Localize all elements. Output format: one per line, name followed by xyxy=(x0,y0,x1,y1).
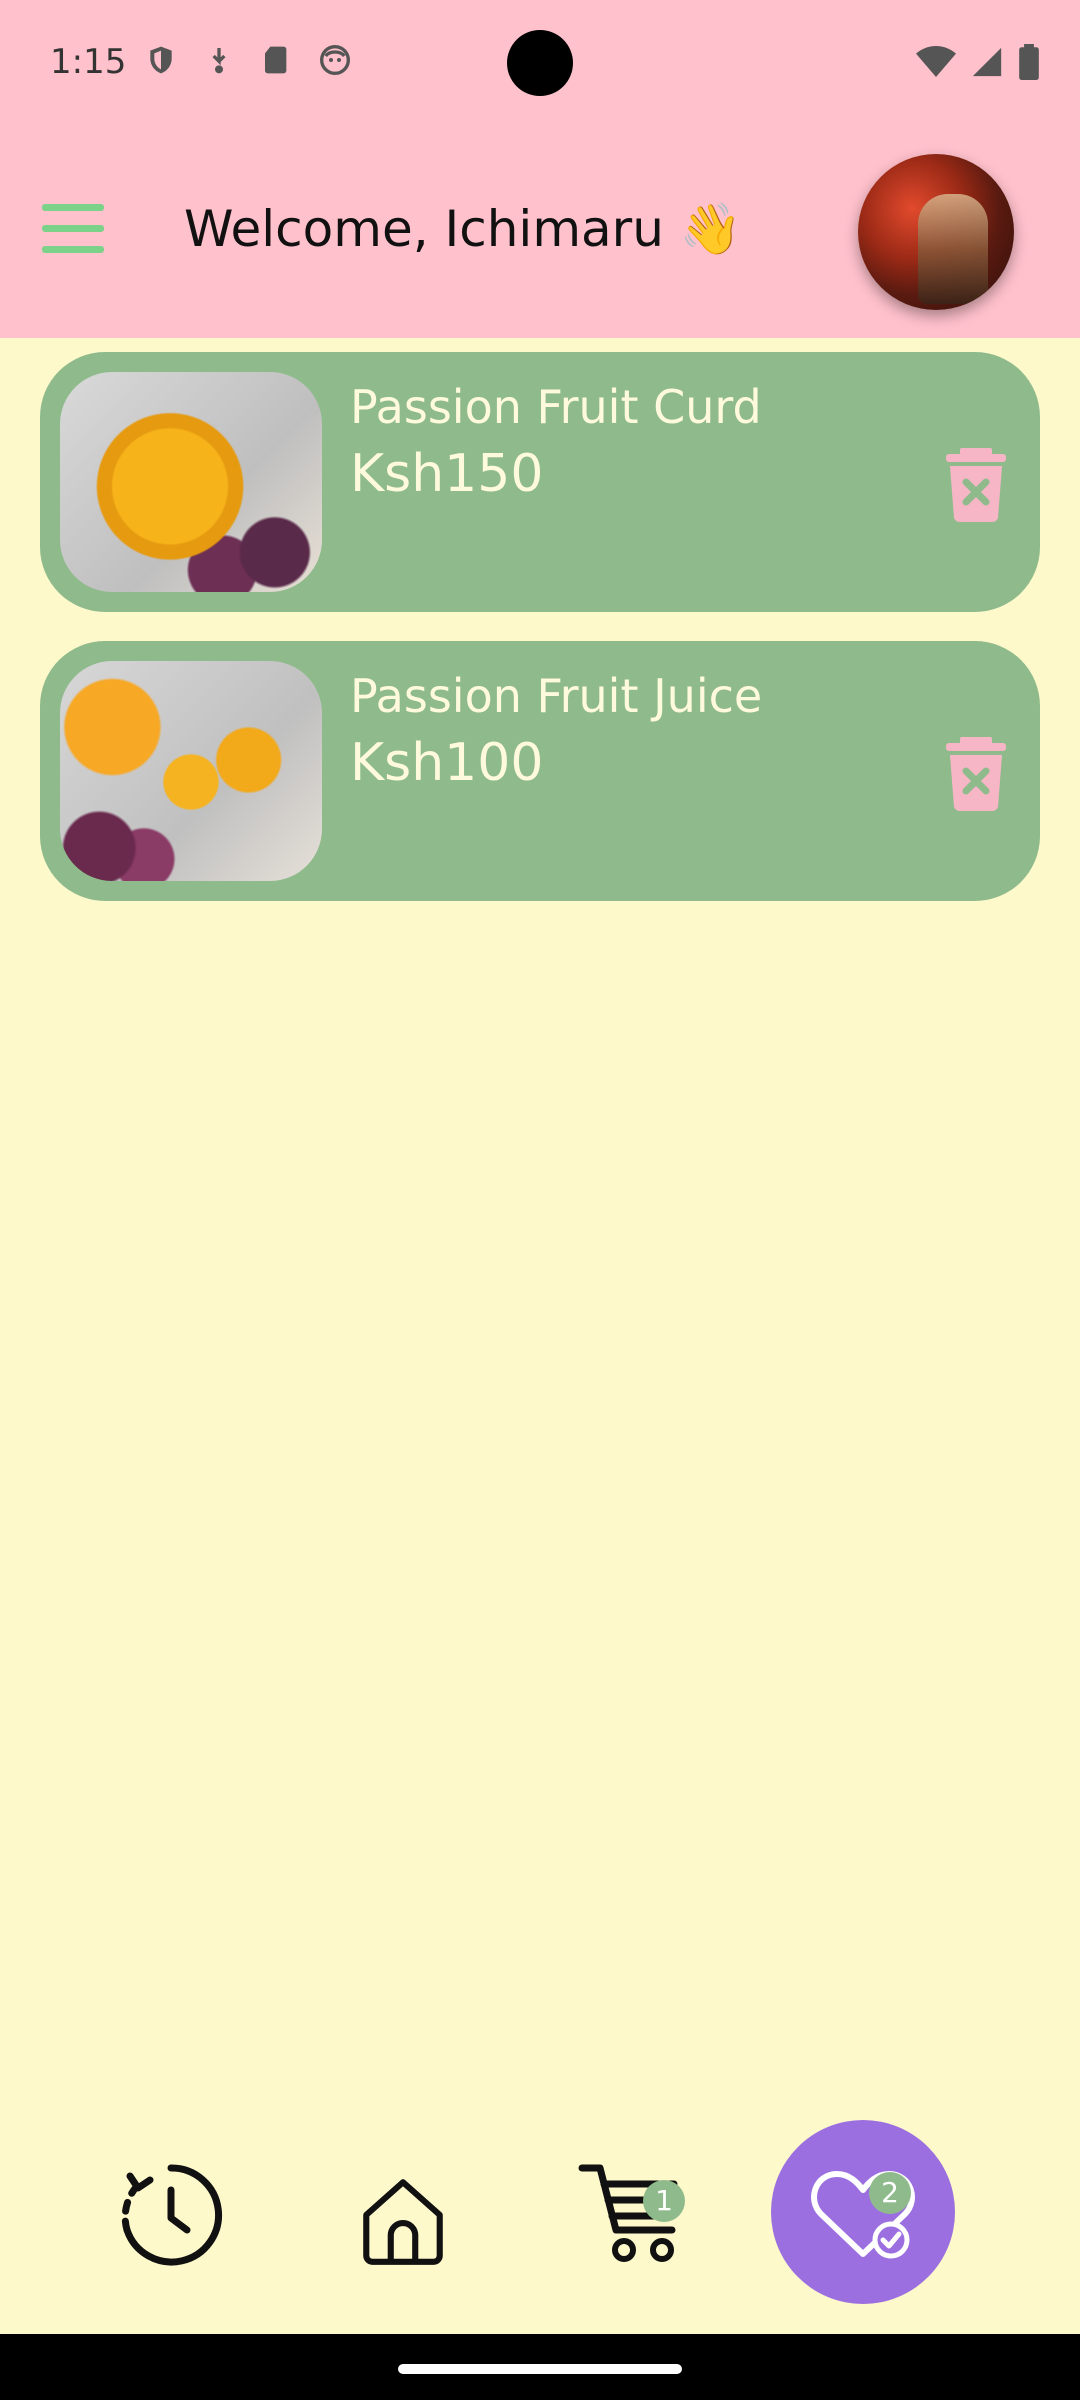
product-name: Passion Fruit Curd xyxy=(350,380,762,434)
status-time: 1:15 xyxy=(50,42,127,82)
bottom-navigation: 1 2 xyxy=(0,2110,1080,2310)
favorites-button[interactable]: 2 xyxy=(771,2120,955,2304)
cart-item-card[interactable]: Passion Fruit Curd Ksh150 xyxy=(40,352,1040,612)
product-price: Ksh150 xyxy=(350,444,544,504)
product-name: Passion Fruit Juice xyxy=(350,669,763,723)
cart-item-card[interactable]: Passion Fruit Juice Ksh100 xyxy=(40,641,1040,901)
sd-card-icon xyxy=(265,46,287,74)
status-bar: 1:15 xyxy=(0,0,1080,130)
delete-icon[interactable] xyxy=(946,448,1006,522)
delete-icon[interactable] xyxy=(946,737,1006,811)
home-gesture-handle[interactable] xyxy=(398,2364,682,2374)
gesture-navigation-bar xyxy=(0,2334,1080,2400)
welcome-text: Welcome, Ichimaru 👋 xyxy=(184,200,743,258)
status-notification-icons xyxy=(145,44,351,76)
signal-icon xyxy=(972,47,1002,77)
wifi-icon xyxy=(916,46,956,77)
menu-icon[interactable] xyxy=(42,204,104,254)
product-image xyxy=(60,372,322,592)
cart-badge: 1 xyxy=(643,2180,685,2222)
product-image xyxy=(60,661,322,881)
favorites-badge: 2 xyxy=(869,2172,911,2214)
avatar[interactable] xyxy=(858,154,1014,310)
home-icon[interactable] xyxy=(352,2170,454,2272)
camera-cutout xyxy=(507,30,573,96)
download-icon xyxy=(212,48,226,74)
battery-icon xyxy=(1019,44,1039,80)
status-system-icons xyxy=(916,44,1040,80)
history-icon[interactable] xyxy=(116,2160,226,2270)
face-icon xyxy=(320,45,350,75)
shield-icon xyxy=(150,46,172,74)
app-header: Welcome, Ichimaru 👋 xyxy=(0,130,1080,338)
product-price: Ksh100 xyxy=(350,733,544,793)
